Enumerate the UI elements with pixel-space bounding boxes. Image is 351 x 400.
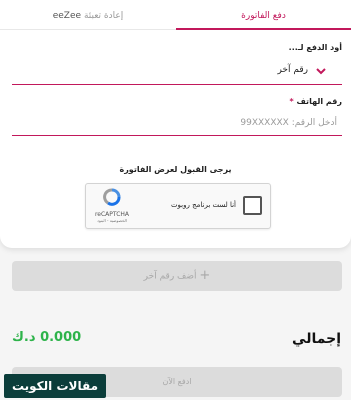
tab-recharge-label: إعادة تعبئة <box>83 11 124 21</box>
pay-for-underline <box>12 84 342 85</box>
recaptcha-checkbox-label: أنا لست برنامج روبوت <box>170 201 236 209</box>
recaptcha-terms[interactable]: الخصوصية - البنود <box>92 218 132 223</box>
required-mark: * <box>289 97 294 106</box>
total-label: إجمالي <box>292 331 341 347</box>
recaptcha-icon <box>103 188 121 206</box>
captcha-title: يرجى القبول لعرض الفاتورة <box>119 165 232 174</box>
phone-underline <box>12 135 342 136</box>
pay-for-value: رقم آخر <box>277 65 308 75</box>
recaptcha-widget: أنا لست برنامج روبوت reCAPTCHA الخصوصية … <box>85 183 271 229</box>
phone-label-text: رقم الهاتف <box>296 97 342 106</box>
pay-for-label: أود الدفع لـ... <box>288 43 342 52</box>
chevron-down-icon <box>316 68 326 75</box>
phone-input[interactable]: أدخل الرقم: 99XXXXXX <box>240 118 337 128</box>
phone-label: رقم الهاتف * <box>290 97 342 106</box>
tab-recharge[interactable]: eeZee إعادة تعبئة <box>0 0 176 30</box>
recaptcha-checkbox[interactable] <box>243 196 262 215</box>
recaptcha-logo: reCAPTCHA الخصوصية - البنود <box>92 188 132 226</box>
site-watermark: مقالات الكويت <box>4 374 106 398</box>
add-number-label: أضف رقم آخر <box>143 271 197 282</box>
tab-recharge-brand: eeZee <box>52 11 82 21</box>
tab-pay-bill[interactable]: دفع الفاتورة <box>176 0 351 30</box>
pay-for-select[interactable]: رقم آخر <box>12 62 342 82</box>
total-amount: 0.000 د.ك <box>12 330 82 345</box>
recaptcha-brand: reCAPTCHA <box>94 211 130 218</box>
tab-bar: eeZee إعادة تعبئة دفع الفاتورة <box>0 0 351 30</box>
payment-card: eeZee إعادة تعبئة دفع الفاتورة أود الدفع… <box>0 0 351 248</box>
plus-icon: + <box>199 268 211 283</box>
add-number-button[interactable]: + أضف رقم آخر <box>12 261 342 291</box>
